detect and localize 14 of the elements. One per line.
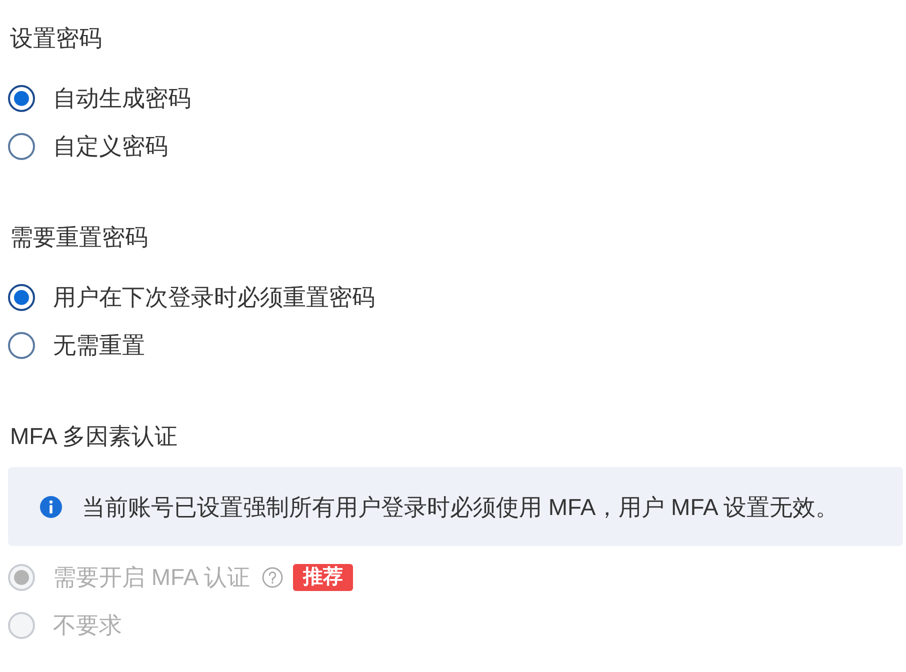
section-heading: MFA 多因素认证 [10, 423, 178, 449]
section-heading: 设置密码 [10, 25, 102, 51]
radio-button[interactable] [8, 284, 35, 310]
recommend-badge: 推荐 [292, 564, 353, 590]
option-label[interactable]: 无需重置 [53, 330, 145, 360]
option-label[interactable]: 自动生成密码 [53, 83, 191, 113]
radio-button[interactable] [8, 132, 35, 160]
section-heading: 需要重置密码 [10, 224, 148, 250]
option-label[interactable]: 自定义密码 [53, 131, 168, 161]
option-label[interactable]: 用户在下次登录时必须重置密码 [53, 282, 375, 312]
info-icon [40, 496, 62, 518]
radio-button[interactable] [8, 84, 35, 112]
notice-text: 当前账号已设置强制所有用户登录时必须使用 MFA，用户 MFA 设置无效。 [82, 492, 838, 522]
radio-button[interactable] [8, 332, 35, 358]
